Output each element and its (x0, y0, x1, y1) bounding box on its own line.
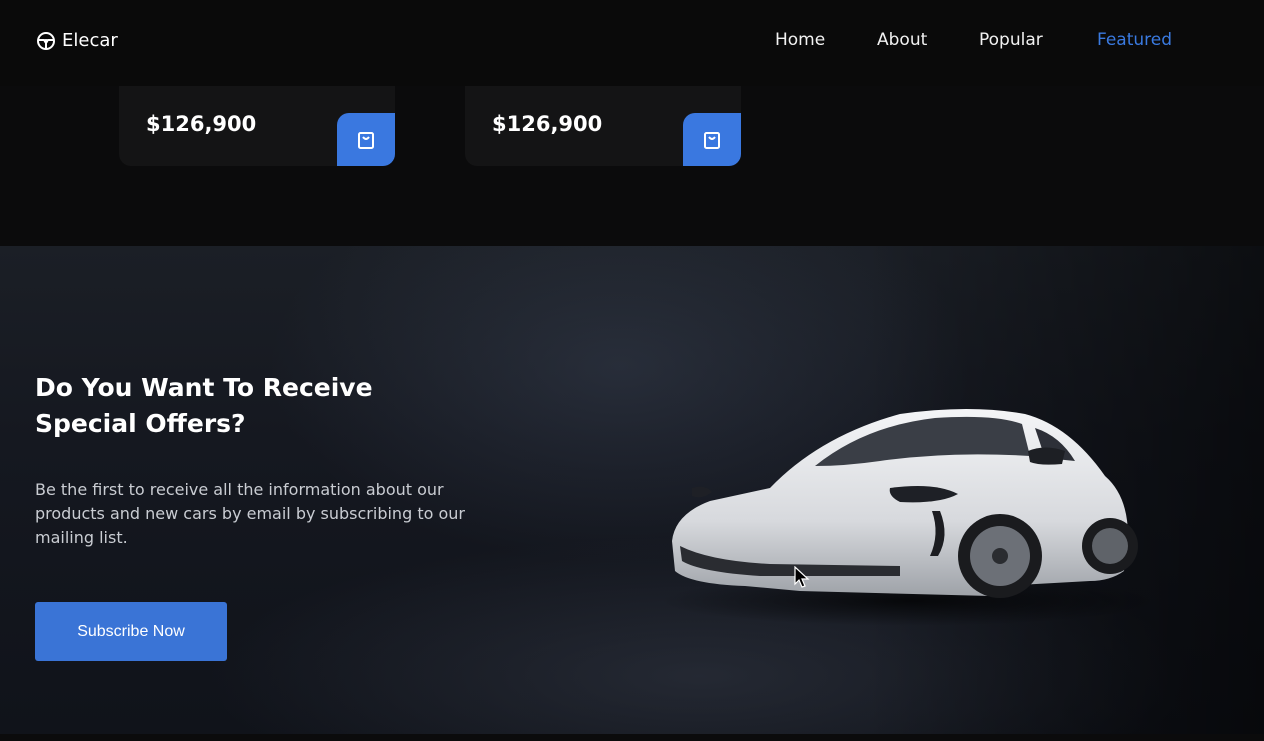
nav-featured[interactable]: Featured (1097, 30, 1172, 50)
logo[interactable]: Elecar (36, 30, 118, 51)
featured-card: $126,900 (465, 86, 741, 166)
add-to-cart-button[interactable] (337, 113, 395, 166)
card-price: $126,900 (492, 112, 603, 136)
nav-about[interactable]: About (877, 30, 927, 50)
car-image (650, 396, 1160, 626)
featured-card: $126,900 (119, 86, 395, 166)
offer-description: Be the first to receive all the informat… (35, 480, 465, 547)
page-bottom (0, 734, 1264, 741)
nav-home[interactable]: Home (775, 30, 825, 50)
offer-section: Do You Want To Receive Special Offers? B… (0, 246, 1264, 734)
shopping-bag-icon (704, 131, 720, 149)
card-price: $126,900 (146, 112, 257, 136)
logo-text: Elecar (62, 30, 118, 51)
add-to-cart-button[interactable] (683, 113, 741, 166)
subscribe-button[interactable]: Subscribe Now (35, 602, 227, 661)
steering-wheel-icon (37, 31, 55, 50)
nav-popular[interactable]: Popular (979, 30, 1043, 50)
offer-title: Do You Want To Receive Special Offers? (35, 373, 373, 438)
featured-section: $126,900 $126,900 (0, 86, 1264, 246)
shopping-bag-icon (358, 131, 374, 149)
car-illustration (660, 409, 1160, 626)
header: Elecar Home About Popular Featured (0, 0, 1264, 86)
mouse-cursor-icon (794, 566, 810, 588)
